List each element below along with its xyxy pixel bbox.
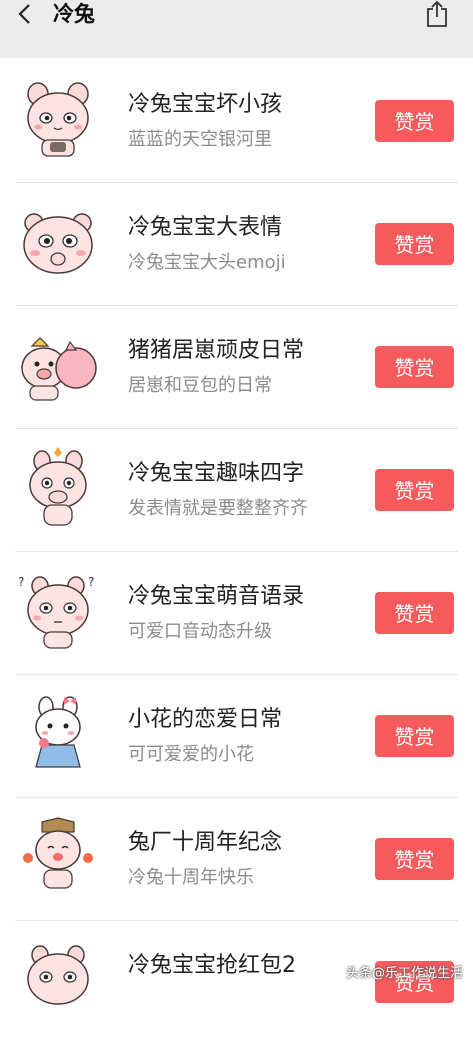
bear-face-sticker-icon	[23, 213, 93, 274]
item-title: 冷兔宝宝坏小孩	[128, 92, 283, 117]
item-title: 兔厂十周年纪念	[128, 830, 283, 855]
item-title: 猪猪居崽顽皮日常	[128, 338, 305, 363]
back-chevron-icon[interactable]	[14, 2, 38, 26]
item-description: 冷兔十周年快乐	[128, 867, 254, 888]
reward-button[interactable]: 赞赏	[375, 715, 454, 757]
sticker-list: 冷兔宝宝坏小孩 蓝蓝的天空银河里 赞赏 冷兔宝宝大表情 冷兔宝宝大头emoji …	[0, 60, 473, 1044]
bunny-covering-mouth-sticker-icon	[29, 447, 87, 526]
bunny-confused-sticker-icon: ? ?	[18, 575, 94, 649]
item-description: 居崽和豆包的日常	[128, 375, 272, 396]
pig-duo-sticker-icon	[21, 337, 97, 401]
item-description: 发表情就是要整整齐齐	[128, 498, 308, 519]
list-item[interactable]: 冷兔宝宝大表情 冷兔宝宝大头emoji 赞赏	[0, 183, 473, 306]
reward-button[interactable]: 赞赏	[375, 838, 454, 880]
list-item[interactable]: 冷兔宝宝抢红包2 赞赏	[0, 921, 473, 1044]
item-description: 可爱口音动态升级	[128, 621, 272, 642]
item-title: 冷兔宝宝抢红包2	[128, 953, 296, 978]
list-item[interactable]: 猪猪居崽顽皮日常 居崽和豆包的日常 赞赏	[0, 306, 473, 429]
anniversary-bunny-sticker-icon	[23, 817, 93, 889]
list-item[interactable]: 冷兔宝宝趣味四字 发表情就是要整整齐齐 赞赏	[0, 429, 473, 552]
list-item[interactable]: 兔厂十周年纪念 冷兔十周年快乐 赞赏	[0, 798, 473, 921]
list-item[interactable]: 冷兔宝宝坏小孩 蓝蓝的天空银河里 赞赏	[0, 60, 473, 183]
page-title: 冷兔	[53, 2, 95, 26]
svg-text:?: ?	[18, 575, 24, 589]
item-description: 冷兔宝宝大头emoji	[128, 252, 286, 273]
item-description: 可可爱爱的小花	[128, 744, 254, 765]
item-title: 冷兔宝宝大表情	[128, 215, 283, 240]
item-description: 蓝蓝的天空银河里	[128, 129, 272, 150]
share-icon[interactable]	[425, 0, 449, 28]
xiaohua-bunny-sticker-icon	[35, 696, 81, 768]
reward-button[interactable]: 赞赏	[375, 469, 454, 511]
reward-button[interactable]: 赞赏	[375, 592, 454, 634]
item-title: 冷兔宝宝趣味四字	[128, 461, 305, 486]
list-item[interactable]: ? ? 冷兔宝宝萌音语录 可爱口音动态升级 赞赏	[0, 552, 473, 675]
item-title: 小花的恋爱日常	[128, 707, 283, 732]
reward-button[interactable]: 赞赏	[375, 223, 454, 265]
item-title: 冷兔宝宝萌音语录	[128, 584, 305, 609]
reward-button[interactable]: 赞赏	[375, 346, 454, 388]
bunny-red-envelope-sticker-icon	[27, 945, 89, 1005]
list-item[interactable]: 小花的恋爱日常 可可爱爱的小花 赞赏	[0, 675, 473, 798]
reward-button[interactable]: 赞赏	[375, 100, 454, 142]
top-bar: 冷兔	[0, 0, 473, 58]
watermark: 头条@乐工作说生活	[345, 966, 463, 981]
svg-text:?: ?	[88, 575, 94, 589]
bunny-sticker-icon	[27, 82, 89, 157]
